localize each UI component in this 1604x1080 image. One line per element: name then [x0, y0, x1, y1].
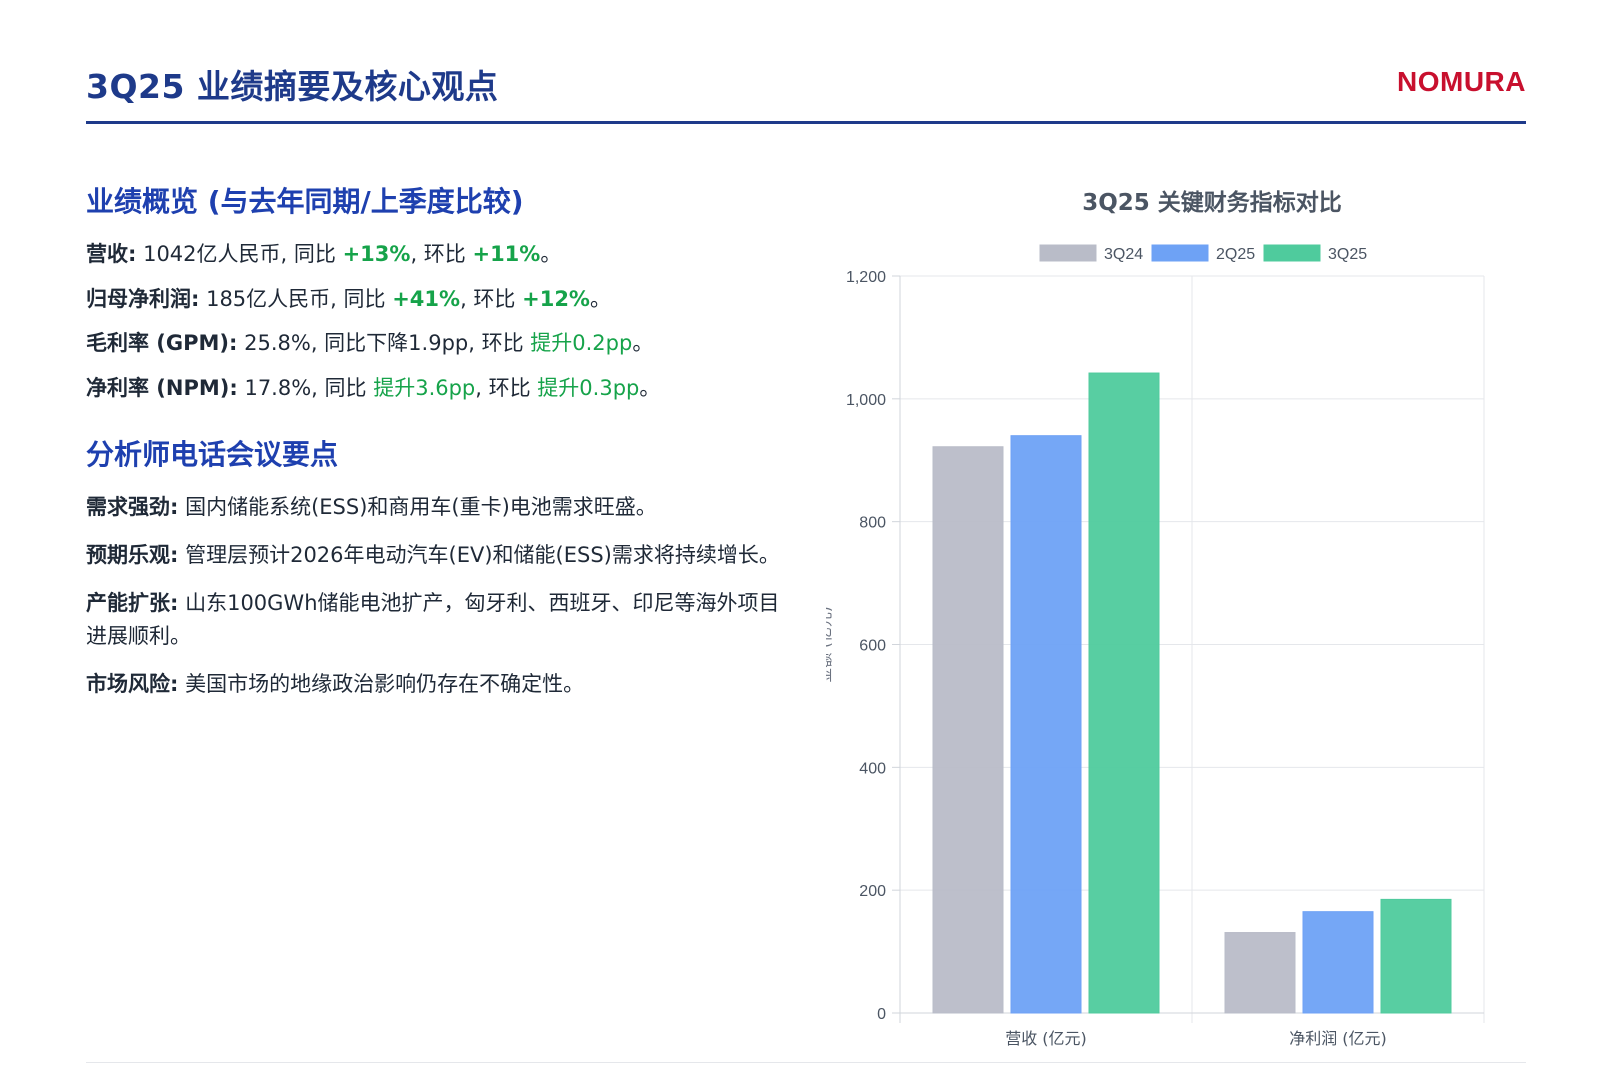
metric-change: +12%: [522, 286, 590, 311]
call-point-label: 市场风险:: [86, 671, 179, 696]
metric-text: , 环比: [475, 375, 538, 400]
footer-divider: [86, 1062, 1526, 1063]
nomura-logo: NOMURA: [1397, 66, 1526, 97]
legend-swatch: [1039, 244, 1097, 262]
y-tick-label: 1,000: [846, 392, 886, 409]
metric-line: 归母净利润: 185亿人民币, 同比 +41%, 环比 +12%。: [86, 283, 786, 317]
metric-text: 25.8%, 同比下降1.9pp, 环比: [237, 331, 531, 356]
bar-2q25-1: [1302, 911, 1374, 1014]
metric-change: +41%: [392, 286, 461, 311]
metric-change: 提升0.3pp: [537, 375, 640, 400]
chart-title: 3Q25 关键财务指标对比: [1082, 189, 1342, 216]
metric-text: 。: [589, 286, 611, 311]
metric-text: , 环比: [460, 286, 523, 311]
call-point: 产能扩张: 山东100GWh储能电池扩产，匈牙利、西班牙、印尼等海外项目进展顺利…: [86, 587, 786, 654]
legend-label: 3Q25: [1328, 246, 1367, 263]
financial-comparison-chart: 3Q25 关键财务指标对比 3Q24 2Q25 3Q25 0 200 400 600 800 1,…: [826, 176, 1536, 1080]
legend-label: 3Q24: [1104, 246, 1143, 263]
metric-text: 。: [540, 242, 562, 266]
call-point-label: 需求强劲:: [86, 495, 179, 520]
metric-text: 1042亿人民币, 同比: [136, 242, 343, 266]
call-point-label: 预期乐观:: [86, 542, 179, 567]
call-point-text: 山东100GWh储能电池扩产，匈牙利、西班牙、印尼等海外项目进展顺利。: [86, 590, 780, 649]
page-header: 3Q25 业绩摘要及核心观点 NOMURA: [86, 58, 1526, 124]
call-point-label: 产能扩张:: [86, 590, 179, 615]
x-category-label: 营收 (亿元): [1005, 1029, 1087, 1048]
metric-text: , 环比: [410, 242, 473, 266]
metric-line: 毛利率 (GPM): 25.8%, 同比下降1.9pp, 环比 提升0.2pp。: [86, 327, 786, 361]
y-axis-title: 金额 (亿元): [826, 606, 834, 682]
page-title: 3Q25 业绩摘要及核心观点: [86, 67, 499, 106]
call-point: 市场风险: 美国市场的地缘政治影响仍存在不确定性。: [86, 668, 786, 702]
call-point: 预期乐观: 管理层预计2026年电动汽车(EV)和储能(ESS)需求将持续增长。: [86, 539, 786, 573]
y-tick-label: 400: [859, 760, 886, 777]
bar-2q25-0: [1010, 435, 1082, 1014]
metric-text: 185亿人民币, 同比: [199, 286, 393, 311]
overview-list: 营收: 1042亿人民币, 同比 +13%, 环比 +11%。 归母净利润: 18…: [86, 238, 786, 405]
overview-heading: 业绩概览 (与去年同期/上季度比较): [86, 185, 524, 218]
y-tick-label: 0: [877, 1006, 886, 1023]
bar-3q24-1: [1224, 932, 1296, 1014]
x-category-label: 净利润 (亿元): [1289, 1029, 1387, 1048]
metric-line: 净利率 (NPM): 17.8%, 同比 提升3.6pp, 环比 提升0.3pp…: [86, 372, 786, 406]
legend-swatch: [1263, 244, 1321, 262]
metric-text: 。: [632, 331, 654, 356]
call-point-text: 管理层预计2026年电动汽车(EV)和储能(ESS)需求将持续增长。: [178, 542, 780, 567]
bar-3q25-0: [1088, 372, 1160, 1014]
metric-label: 营收:: [86, 242, 137, 266]
metric-change: +13%: [342, 242, 411, 266]
chart-svg: 3Q25 关键财务指标对比 3Q24 2Q25 3Q25 0 200 400 600 800 1,…: [826, 189, 1485, 1048]
metric-text: 17.8%, 同比: [237, 375, 374, 400]
metric-text: 。: [639, 375, 661, 400]
y-tick-label: 600: [859, 638, 886, 655]
y-tick-label: 800: [859, 515, 886, 532]
legend-label: 2Q25: [1216, 246, 1255, 263]
metric-change: 提升3.6pp: [373, 375, 476, 400]
metric-label: 净利率 (NPM):: [86, 375, 238, 400]
call-point: 需求强劲: 国内储能系统(ESS)和商用车(重卡)电池需求旺盛。: [86, 491, 786, 525]
call-point-text: 国内储能系统(ESS)和商用车(重卡)电池需求旺盛。: [178, 495, 657, 520]
legend-swatch: [1151, 244, 1209, 262]
y-tick-label: 200: [859, 883, 886, 900]
metric-change: 提升0.2pp: [530, 331, 633, 356]
call-points-list: 需求强劲: 国内储能系统(ESS)和商用车(重卡)电池需求旺盛。 预期乐观: 管理…: [86, 491, 786, 701]
summary-column: 业绩概览 (与去年同期/上季度比较) 营收: 1042亿人民币, 同比 +13%…: [86, 180, 786, 715]
call-point-text: 美国市场的地缘政治影响仍存在不确定性。: [178, 671, 585, 696]
y-tick-label: 1,200: [846, 269, 886, 286]
bar-3q25-1: [1380, 898, 1452, 1014]
metric-line: 营收: 1042亿人民币, 同比 +13%, 环比 +11%。: [86, 238, 786, 272]
metric-change: +11%: [472, 242, 541, 266]
bar-3q24-0: [932, 446, 1004, 1014]
metric-label: 毛利率 (GPM):: [86, 331, 238, 356]
call-points-heading: 分析师电话会议要点: [86, 438, 339, 472]
metric-label: 归母净利润:: [86, 286, 200, 311]
